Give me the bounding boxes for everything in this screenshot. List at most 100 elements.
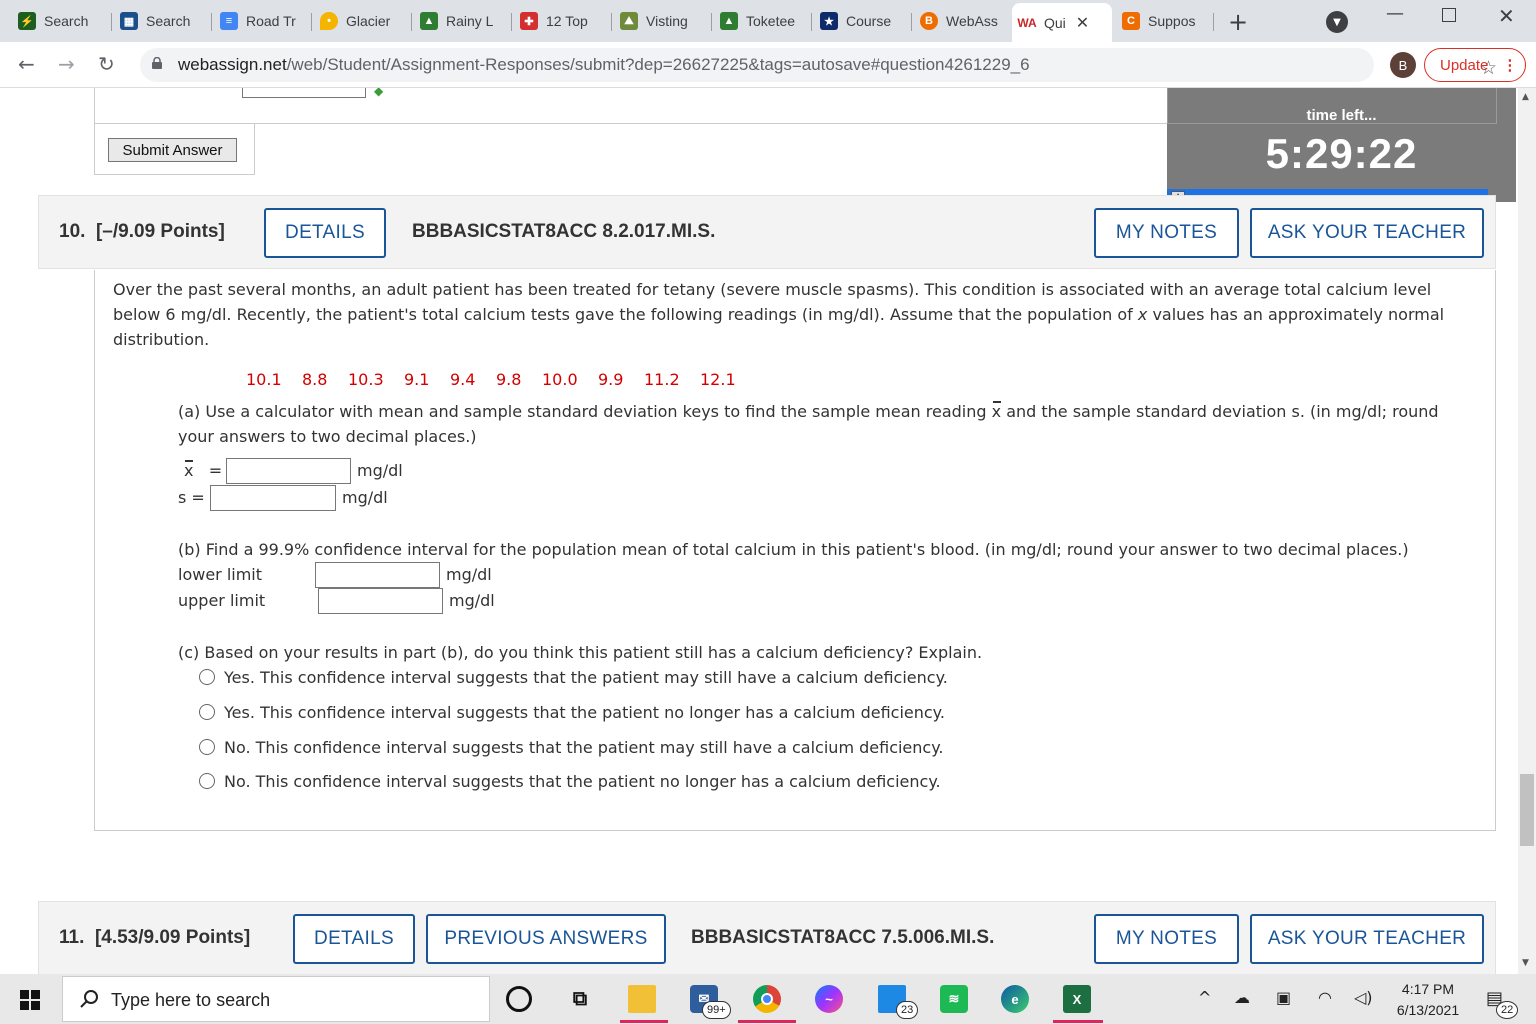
profile-avatar[interactable]: B <box>1390 52 1416 78</box>
tab-search-icon[interactable]: ▼ <box>1326 11 1348 33</box>
active-app-indicator <box>620 1020 668 1023</box>
update-label: Update <box>1440 56 1489 74</box>
browser-tab[interactable]: ⛰ Visting <box>614 6 712 36</box>
my-notes-button[interactable]: MY NOTES <box>1094 914 1239 964</box>
task-view-icon[interactable]: ⧉ <box>566 985 594 1013</box>
browser-tab[interactable]: C Suppos <box>1116 6 1214 36</box>
taskbar-search-box[interactable]: Type here to search <box>62 976 490 1022</box>
browser-tab[interactable]: ✚ 12 Top <box>514 6 612 36</box>
question-10-header: 10. [–/9.09 Points] DETAILS BBBASICSTAT8… <box>38 195 1496 269</box>
checkmark-icon: ◆ <box>374 88 384 98</box>
cortana-icon[interactable] <box>506 986 532 1012</box>
tab-label: Visting <box>646 13 688 29</box>
browser-tab[interactable]: B WebAss <box>914 6 1010 36</box>
file-explorer-icon[interactable] <box>628 985 656 1013</box>
option-label[interactable]: Yes. This confidence interval suggests t… <box>224 703 945 722</box>
submit-answer-button[interactable]: Submit Answer <box>108 138 237 162</box>
question-code: BBBASICSTAT8ACC 7.5.006.MI.S. <box>691 927 995 948</box>
reading-value: 10.1 <box>246 370 282 389</box>
clock-date: 6/13/2021 <box>1396 1002 1460 1018</box>
radio-option-4[interactable] <box>199 773 215 789</box>
option-label[interactable]: Yes. This confidence interval suggests t… <box>224 668 948 687</box>
unit-label: mg/dl <box>446 565 492 584</box>
lower-limit-input[interactable] <box>315 562 440 588</box>
ask-your-teacher-button[interactable]: ASK YOUR TEACHER <box>1250 914 1484 964</box>
chevron-up-icon[interactable]: ^ <box>1198 988 1211 1007</box>
scrollbar-thumb[interactable] <box>1520 774 1534 846</box>
reading-value: 9.1 <box>404 370 430 389</box>
back-arrow-icon[interactable]: ← <box>18 52 35 76</box>
tab-label: Qui <box>1044 14 1066 31</box>
volume-icon[interactable]: ◁) <box>1354 988 1373 1007</box>
s-input[interactable] <box>210 485 336 511</box>
part-c-text: (c) Based on your results in part (b), d… <box>178 643 983 662</box>
xbar-input[interactable] <box>226 458 351 484</box>
address-bar[interactable]: webassign.net/web/Student/Assignment-Res… <box>140 48 1497 82</box>
search-placeholder: Type here to search <box>111 990 271 1010</box>
reading-value: 12.1 <box>700 370 736 389</box>
radio-option-1[interactable] <box>199 669 215 685</box>
upper-limit-input[interactable] <box>318 588 443 614</box>
edge-icon[interactable]: e <box>1001 985 1029 1013</box>
restore-icon[interactable] <box>1442 8 1456 22</box>
tab-label: Course <box>846 13 892 29</box>
calendar-badge: 23 <box>896 1001 919 1019</box>
browser-tab[interactable]: ★ Course <box>814 6 912 36</box>
wifi-icon[interactable]: ◠ <box>1318 988 1332 1007</box>
radio-option-2[interactable] <box>199 704 215 720</box>
reading-value: 9.4 <box>450 370 476 389</box>
minimize-icon[interactable]: — <box>1386 3 1404 24</box>
browser-tab-active[interactable]: WA Qui ✕ <box>1012 3 1112 42</box>
previous-answers-button[interactable]: PREVIOUS ANSWERS <box>426 914 666 964</box>
scroll-up-icon[interactable]: ▲ <box>1522 92 1529 102</box>
messenger-icon[interactable]: ~ <box>815 985 843 1013</box>
star-favicon-icon: ★ <box>820 12 838 30</box>
ask-your-teacher-button[interactable]: ASK YOUR TEACHER <box>1250 208 1484 258</box>
spotify-icon[interactable]: ≋ <box>940 985 968 1013</box>
details-button[interactable]: DETAILS <box>293 914 415 964</box>
question-code: BBBASICSTAT8ACC 8.2.017.MI.S. <box>412 221 716 242</box>
page-scrollbar[interactable]: ▲ ▼ <box>1518 88 1536 974</box>
windows-start-icon[interactable] <box>20 990 40 1010</box>
clock-time: 4:17 PM <box>1401 981 1455 997</box>
browser-tab[interactable]: ▲ Rainy L <box>414 6 512 36</box>
browser-tab[interactable]: ▲ Toketee <box>714 6 812 36</box>
option-label[interactable]: No. This confidence interval suggests th… <box>224 738 943 757</box>
browser-tab[interactable]: ≡ Road Tr <box>214 6 312 36</box>
system-clock[interactable]: 4:17 PM 6/13/2021 <box>1390 979 1466 1021</box>
notification-badge: 22 <box>1496 1001 1519 1019</box>
tab-label: 12 Top <box>546 13 588 29</box>
previous-answer-field[interactable] <box>242 88 366 98</box>
excel-icon[interactable]: X <box>1063 985 1091 1013</box>
forward-arrow-icon[interactable]: → <box>58 52 75 76</box>
new-tab-icon[interactable]: + <box>1228 8 1248 36</box>
display-icon[interactable]: ▣ <box>1276 988 1291 1007</box>
option-label[interactable]: No. This confidence interval suggests th… <box>224 772 941 791</box>
browser-tab[interactable]: • Glacier <box>314 6 412 36</box>
tab-label: Toketee <box>746 13 796 29</box>
update-button[interactable]: Update ⋮ <box>1424 48 1526 82</box>
details-button[interactable]: DETAILS <box>264 208 386 258</box>
alltrails-favicon-icon: ▲ <box>720 12 738 30</box>
browser-tab[interactable]: ▦ Search <box>114 6 212 36</box>
reload-icon[interactable]: ↻ <box>98 52 115 76</box>
cloud-sync-icon[interactable]: ☁ <box>1234 988 1250 1007</box>
my-notes-button[interactable]: MY NOTES <box>1094 208 1239 258</box>
scroll-down-icon[interactable]: ▼ <box>1522 958 1529 968</box>
reading-value: 8.8 <box>302 370 328 389</box>
tab-strip: ⚡ Search ▦ Search ≡ Road Tr • Glacier ▲ … <box>0 0 1536 42</box>
tab-label: Search <box>44 13 89 29</box>
timer-clock: 5:29:22 <box>1265 130 1418 177</box>
timer-border <box>1167 88 1497 124</box>
close-window-icon[interactable]: ✕ <box>1498 4 1515 28</box>
browser-tab[interactable]: ⚡ Search <box>12 6 112 36</box>
unit-label: mg/dl <box>449 591 495 610</box>
tab-label: Rainy L <box>446 13 494 29</box>
reading-value: 11.2 <box>644 370 680 389</box>
windows-taskbar: Type here to search ⧉ ✉ 99+ ~ 23 ≋ e X ^… <box>0 974 1536 1024</box>
chrome-icon[interactable] <box>753 985 781 1013</box>
radio-option-3[interactable] <box>199 739 215 755</box>
red-logo-favicon-icon: ✚ <box>520 12 538 30</box>
search-icon <box>80 990 98 1008</box>
close-tab-icon[interactable]: ✕ <box>1076 13 1089 33</box>
